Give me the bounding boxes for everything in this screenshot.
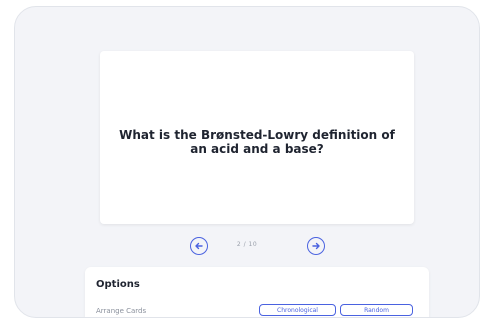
- arrange-cards-label: Arrange Cards: [96, 307, 147, 315]
- random-button[interactable]: Random: [340, 304, 413, 316]
- flashcard-question: What is the Brønsted-Lowry definition of…: [119, 127, 395, 156]
- options-panel: Options Arrange Cards Chronological Rand…: [85, 267, 429, 317]
- options-title: Options: [96, 279, 140, 290]
- flashcard-panel: What is the Brønsted-Lowry definition of…: [14, 6, 480, 318]
- arrow-right-circle-icon: [311, 241, 321, 251]
- chronological-button[interactable]: Chronological: [259, 304, 336, 316]
- flashcard[interactable]: What is the Brønsted-Lowry definition of…: [100, 51, 414, 224]
- card-counter: 2 / 10: [236, 241, 258, 248]
- next-card-button[interactable]: [307, 237, 325, 255]
- card-navigation: 2 / 10: [15, 237, 479, 257]
